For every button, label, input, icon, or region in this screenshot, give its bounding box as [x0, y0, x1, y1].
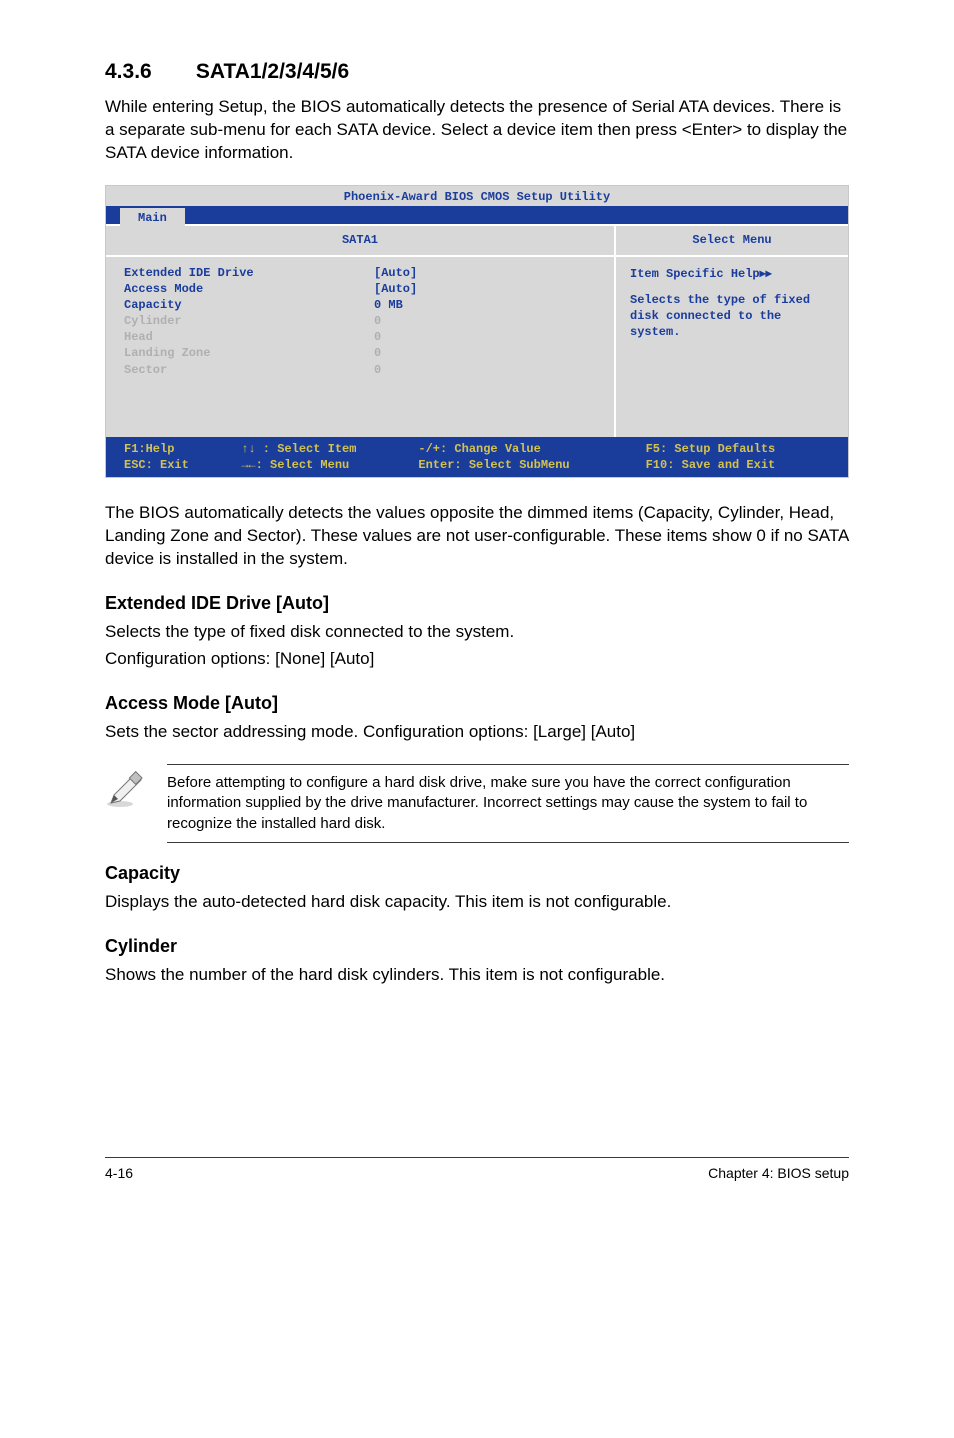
subsection-paragraph: Sets the sector addressing mode. Configu…: [105, 721, 849, 744]
bios-right-body: Item Specific Help▸▸ Selects the type of…: [616, 257, 848, 437]
pencil-icon: [105, 764, 149, 817]
bios-label: Sector: [124, 362, 374, 378]
bios-help-body: Selects the type of fixed disk connected…: [630, 292, 838, 341]
bios-row: Capacity0 MB: [124, 297, 604, 313]
bios-value: 0: [374, 345, 604, 361]
footer-key: F1:Help: [124, 441, 234, 457]
subsection-paragraph: Displays the auto-detected hard disk cap…: [105, 891, 849, 914]
bios-left-body: Extended IDE Drive[Auto] Access Mode[Aut…: [106, 257, 614, 437]
subsection-paragraph: Shows the number of the hard disk cylind…: [105, 964, 849, 987]
footer-key: ESC: Exit: [124, 457, 234, 473]
bios-screenshot: Phoenix-Award BIOS CMOS Setup Utility Ma…: [105, 185, 849, 478]
bios-right-column: Select Menu Item Specific Help▸▸ Selects…: [616, 226, 848, 436]
subsection-paragraph: Configuration options: [None] [Auto]: [105, 648, 849, 671]
intro-paragraph: While entering Setup, the BIOS automatic…: [105, 96, 849, 165]
bios-row: Extended IDE Drive[Auto]: [124, 265, 604, 281]
bios-row: Sector0: [124, 362, 604, 378]
note-box: Before attempting to configure a hard di…: [105, 764, 849, 843]
footer-key: Enter: Select SubMenu: [418, 457, 638, 473]
double-arrow-icon: ▸▸: [760, 266, 772, 280]
bios-tab-row: Main: [106, 206, 848, 224]
subsection-heading: Extended IDE Drive [Auto]: [105, 591, 849, 615]
bios-value: [Auto]: [374, 281, 604, 297]
bios-title: Phoenix-Award BIOS CMOS Setup Utility: [106, 186, 848, 206]
bios-right-header: Select Menu: [616, 226, 848, 256]
footer-key: ↑↓ : Select Item: [241, 441, 411, 457]
page-number: 4-16: [105, 1164, 133, 1183]
note-text: Before attempting to configure a hard di…: [167, 764, 849, 843]
bios-row: Landing Zone0: [124, 345, 604, 361]
footer-key: →←: Select Menu: [241, 457, 411, 473]
chapter-label: Chapter 4: BIOS setup: [708, 1164, 849, 1183]
section-title: SATA1/2/3/4/5/6: [196, 60, 349, 83]
footer-key: F10: Save and Exit: [646, 457, 776, 473]
bios-help-title: Item Specific Help▸▸: [630, 265, 838, 282]
bios-value: [Auto]: [374, 265, 604, 281]
subsection-heading: Access Mode [Auto]: [105, 691, 849, 715]
footer-key: F5: Setup Defaults: [646, 441, 776, 457]
bios-value: 0: [374, 329, 604, 345]
bios-row: Head0: [124, 329, 604, 345]
section-number: 4.3.6: [105, 58, 190, 86]
bios-footer: F1:Help ↑↓ : Select Item -/+: Change Val…: [106, 437, 848, 477]
spacer: [630, 282, 838, 292]
bios-label: Capacity: [124, 297, 374, 313]
subsection-paragraph: Selects the type of fixed disk connected…: [105, 621, 849, 644]
bios-value: 0: [374, 313, 604, 329]
bios-value: 0: [374, 362, 604, 378]
bios-label: Landing Zone: [124, 345, 374, 361]
bios-left-column: SATA1 Extended IDE Drive[Auto] Access Mo…: [106, 226, 616, 436]
bios-left-header: SATA1: [106, 226, 614, 256]
bios-row: Access Mode[Auto]: [124, 281, 604, 297]
after-bios-paragraph: The BIOS automatically detects the value…: [105, 502, 849, 571]
bios-columns: SATA1 Extended IDE Drive[Auto] Access Mo…: [106, 224, 848, 436]
bios-label: Head: [124, 329, 374, 345]
footer-key: -/+: Change Value: [418, 441, 638, 457]
bios-value: 0 MB: [374, 297, 604, 313]
section-heading: 4.3.6 SATA1/2/3/4/5/6: [105, 58, 849, 86]
subsection-heading: Cylinder: [105, 934, 849, 958]
subsection-heading: Capacity: [105, 861, 849, 885]
bios-row: Cylinder0: [124, 313, 604, 329]
bios-label: Extended IDE Drive: [124, 265, 374, 281]
page-footer: 4-16 Chapter 4: BIOS setup: [105, 1157, 849, 1183]
bios-label: Access Mode: [124, 281, 374, 297]
bios-label: Cylinder: [124, 313, 374, 329]
